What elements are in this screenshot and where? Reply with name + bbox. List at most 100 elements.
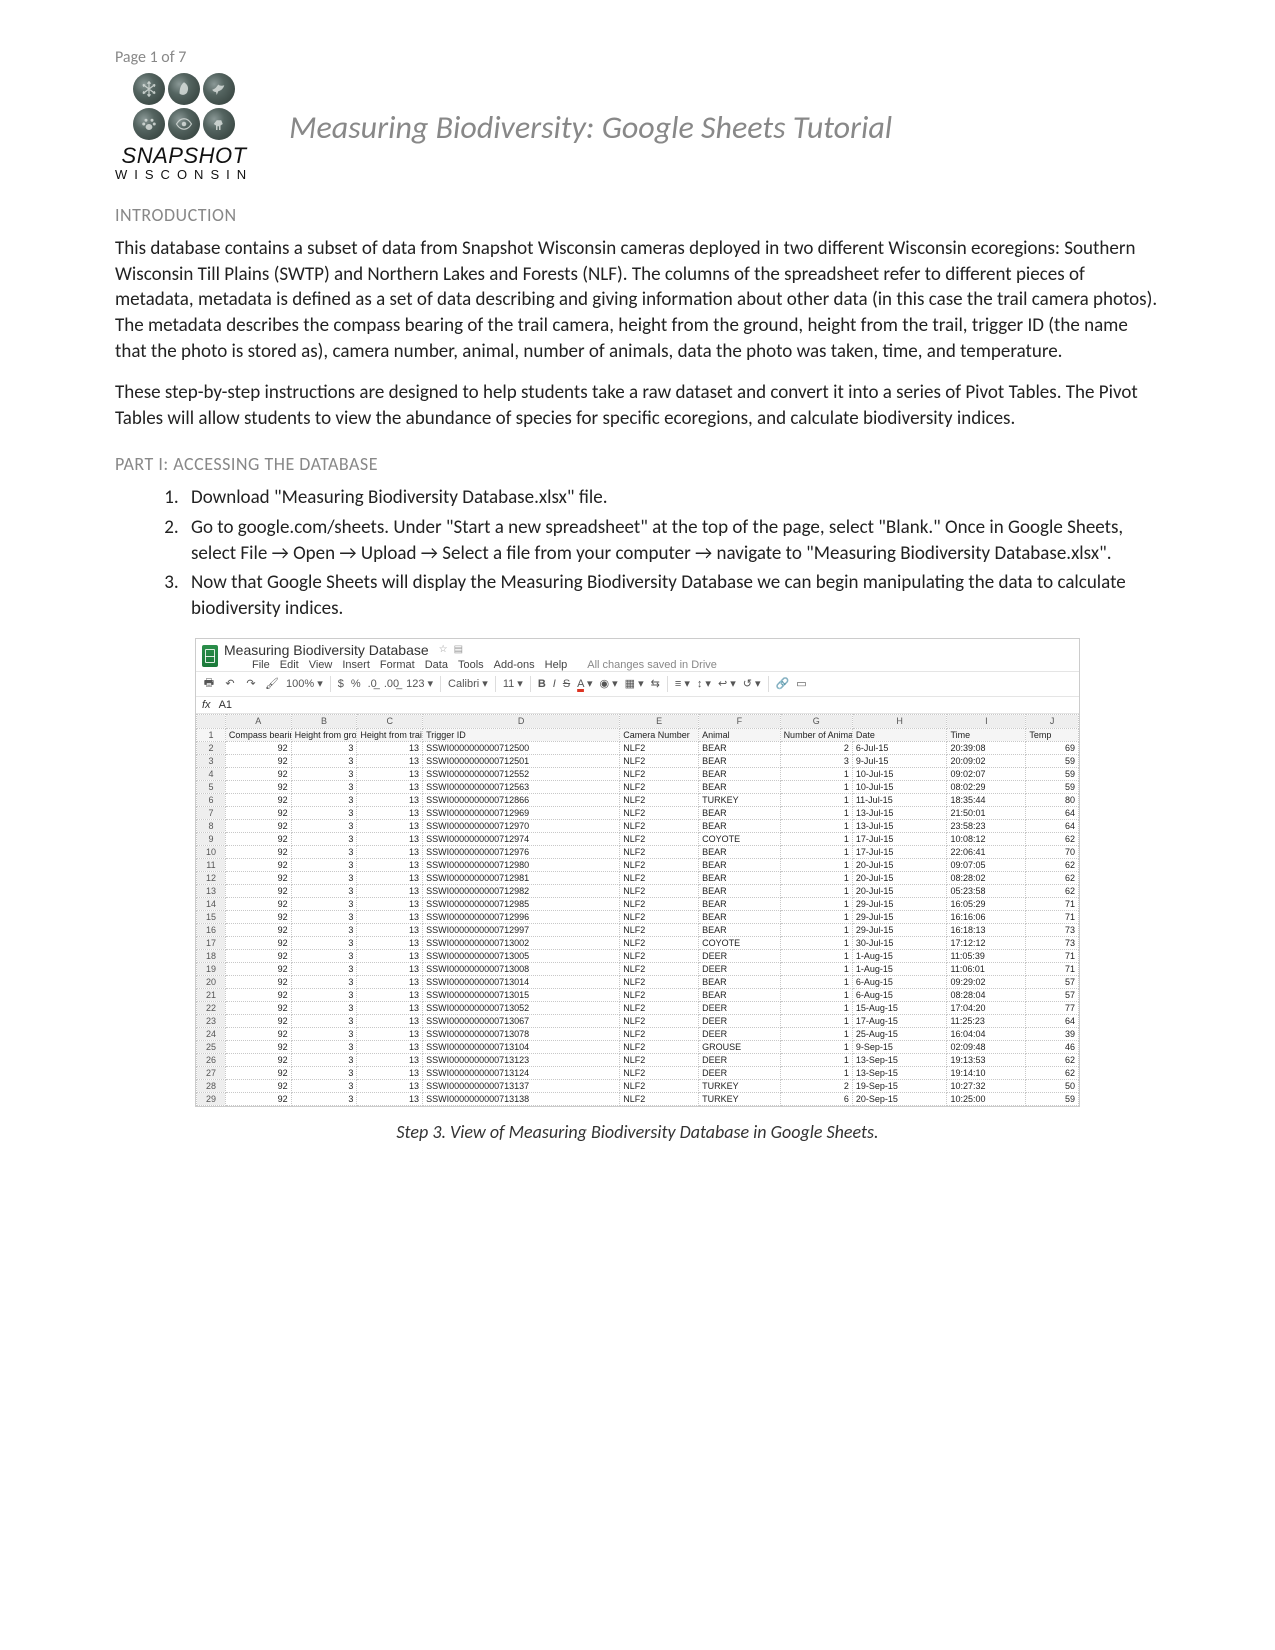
data-cell[interactable]: 13 — [357, 962, 423, 975]
data-cell[interactable]: 13 — [357, 1040, 423, 1053]
data-cell[interactable]: 13 — [357, 884, 423, 897]
data-cell[interactable]: 3 — [291, 910, 357, 923]
data-cell[interactable]: 1 — [780, 845, 852, 858]
data-cell[interactable]: BEAR — [699, 988, 780, 1001]
data-cell[interactable]: 10-Jul-15 — [852, 780, 947, 793]
data-cell[interactable]: 20-Jul-15 — [852, 871, 947, 884]
data-cell[interactable]: 92 — [225, 884, 291, 897]
row-header[interactable]: 9 — [197, 832, 226, 845]
data-cell[interactable]: 92 — [225, 1079, 291, 1092]
zoom-dropdown[interactable]: 100% ▾ — [286, 677, 323, 690]
data-cell[interactable]: 1 — [780, 819, 852, 832]
data-cell[interactable]: 77 — [1026, 1001, 1079, 1014]
data-cell[interactable]: DEER — [699, 1001, 780, 1014]
data-cell[interactable]: 73 — [1026, 923, 1079, 936]
data-cell[interactable]: 1 — [780, 871, 852, 884]
data-cell[interactable]: SSWI0000000000712982 — [423, 884, 620, 897]
data-cell[interactable]: NLF2 — [620, 1079, 699, 1092]
row-header[interactable]: 17 — [197, 936, 226, 949]
data-cell[interactable]: 6-Aug-15 — [852, 975, 947, 988]
data-cell[interactable]: 20:09:02 — [947, 754, 1026, 767]
data-cell[interactable]: 3 — [291, 1001, 357, 1014]
data-cell[interactable]: 11:06:01 — [947, 962, 1026, 975]
star-icon[interactable]: ☆ — [439, 644, 448, 655]
move-to-folder-icon[interactable]: ▤ — [454, 644, 463, 655]
data-cell[interactable]: 3 — [291, 754, 357, 767]
data-cell[interactable]: 30-Jul-15 — [852, 936, 947, 949]
data-cell[interactable]: SSWI0000000000712501 — [423, 754, 620, 767]
data-cell[interactable]: 59 — [1026, 767, 1079, 780]
data-cell[interactable]: 62 — [1026, 858, 1079, 871]
data-cell[interactable]: 59 — [1026, 754, 1079, 767]
data-cell[interactable]: 92 — [225, 988, 291, 1001]
data-cell[interactable]: 13 — [357, 1001, 423, 1014]
data-cell[interactable]: 1 — [780, 962, 852, 975]
data-cell[interactable]: 6-Jul-15 — [852, 741, 947, 754]
data-cell[interactable]: BEAR — [699, 897, 780, 910]
font-size-dropdown[interactable]: 11 ▾ — [503, 677, 523, 690]
data-cell[interactable]: 08:28:02 — [947, 871, 1026, 884]
data-cell[interactable]: 05:23:58 — [947, 884, 1026, 897]
data-cell[interactable]: SSWI0000000000713078 — [423, 1027, 620, 1040]
row-header[interactable]: 24 — [197, 1027, 226, 1040]
data-cell[interactable]: 13 — [357, 1053, 423, 1066]
data-cell[interactable]: 71 — [1026, 949, 1079, 962]
data-cell[interactable]: BEAR — [699, 845, 780, 858]
data-cell[interactable]: NLF2 — [620, 1027, 699, 1040]
data-cell[interactable]: 17-Jul-15 — [852, 845, 947, 858]
data-cell[interactable]: 09:02:07 — [947, 767, 1026, 780]
data-cell[interactable]: 10-Jul-15 — [852, 767, 947, 780]
data-cell[interactable]: 64 — [1026, 806, 1079, 819]
data-cell[interactable]: 1 — [780, 1040, 852, 1053]
data-cell[interactable]: 13 — [357, 832, 423, 845]
data-cell[interactable]: 39 — [1026, 1027, 1079, 1040]
data-cell[interactable]: BEAR — [699, 767, 780, 780]
data-cell[interactable]: 1 — [780, 988, 852, 1001]
data-cell[interactable]: 3 — [291, 897, 357, 910]
row-header[interactable]: 11 — [197, 858, 226, 871]
column-header[interactable]: E — [620, 714, 699, 728]
data-cell[interactable]: 3 — [291, 975, 357, 988]
data-cell[interactable]: 92 — [225, 858, 291, 871]
data-cell[interactable]: 92 — [225, 741, 291, 754]
data-cell[interactable]: 64 — [1026, 819, 1079, 832]
text-color-icon[interactable]: A ▾ — [577, 677, 592, 690]
data-cell[interactable]: SSWI0000000000712985 — [423, 897, 620, 910]
data-cell[interactable]: 71 — [1026, 910, 1079, 923]
data-cell[interactable]: 62 — [1026, 871, 1079, 884]
data-cell[interactable]: 09:29:02 — [947, 975, 1026, 988]
menu-format[interactable]: Format — [380, 659, 415, 671]
data-cell[interactable]: 92 — [225, 819, 291, 832]
data-cell[interactable]: 3 — [291, 936, 357, 949]
borders-icon[interactable]: ▦ ▾ — [625, 677, 644, 690]
row-header[interactable]: 27 — [197, 1066, 226, 1079]
row-header[interactable]: 26 — [197, 1053, 226, 1066]
data-cell[interactable]: SSWI0000000000713124 — [423, 1066, 620, 1079]
data-cell[interactable]: 92 — [225, 949, 291, 962]
data-cell[interactable]: BEAR — [699, 780, 780, 793]
select-all-cell[interactable] — [197, 714, 226, 728]
data-cell[interactable]: NLF2 — [620, 988, 699, 1001]
fx-icon[interactable]: fx — [202, 699, 211, 711]
data-cell[interactable]: 3 — [291, 871, 357, 884]
header-cell[interactable]: Animal — [699, 728, 780, 741]
data-cell[interactable]: 11:05:39 — [947, 949, 1026, 962]
data-cell[interactable]: 92 — [225, 845, 291, 858]
print-icon[interactable]: 🖶 — [202, 677, 216, 691]
undo-icon[interactable]: ↶ — [223, 677, 237, 691]
row-header[interactable]: 2 — [197, 741, 226, 754]
data-cell[interactable]: DEER — [699, 1027, 780, 1040]
data-cell[interactable]: NLF2 — [620, 1001, 699, 1014]
data-cell[interactable]: SSWI0000000000712976 — [423, 845, 620, 858]
sheets-grid[interactable]: ABCDEFGHIJ1Compass bearingHeight from gr… — [196, 714, 1079, 1106]
data-cell[interactable]: 11-Jul-15 — [852, 793, 947, 806]
data-cell[interactable]: 20-Sep-15 — [852, 1092, 947, 1105]
data-cell[interactable]: 1 — [780, 949, 852, 962]
data-cell[interactable]: COYOTE — [699, 832, 780, 845]
data-cell[interactable]: 19:13:53 — [947, 1053, 1026, 1066]
data-cell[interactable]: 3 — [291, 923, 357, 936]
data-cell[interactable]: 92 — [225, 910, 291, 923]
data-cell[interactable]: SSWI0000000000713002 — [423, 936, 620, 949]
data-cell[interactable]: 3 — [780, 754, 852, 767]
data-cell[interactable]: 92 — [225, 962, 291, 975]
